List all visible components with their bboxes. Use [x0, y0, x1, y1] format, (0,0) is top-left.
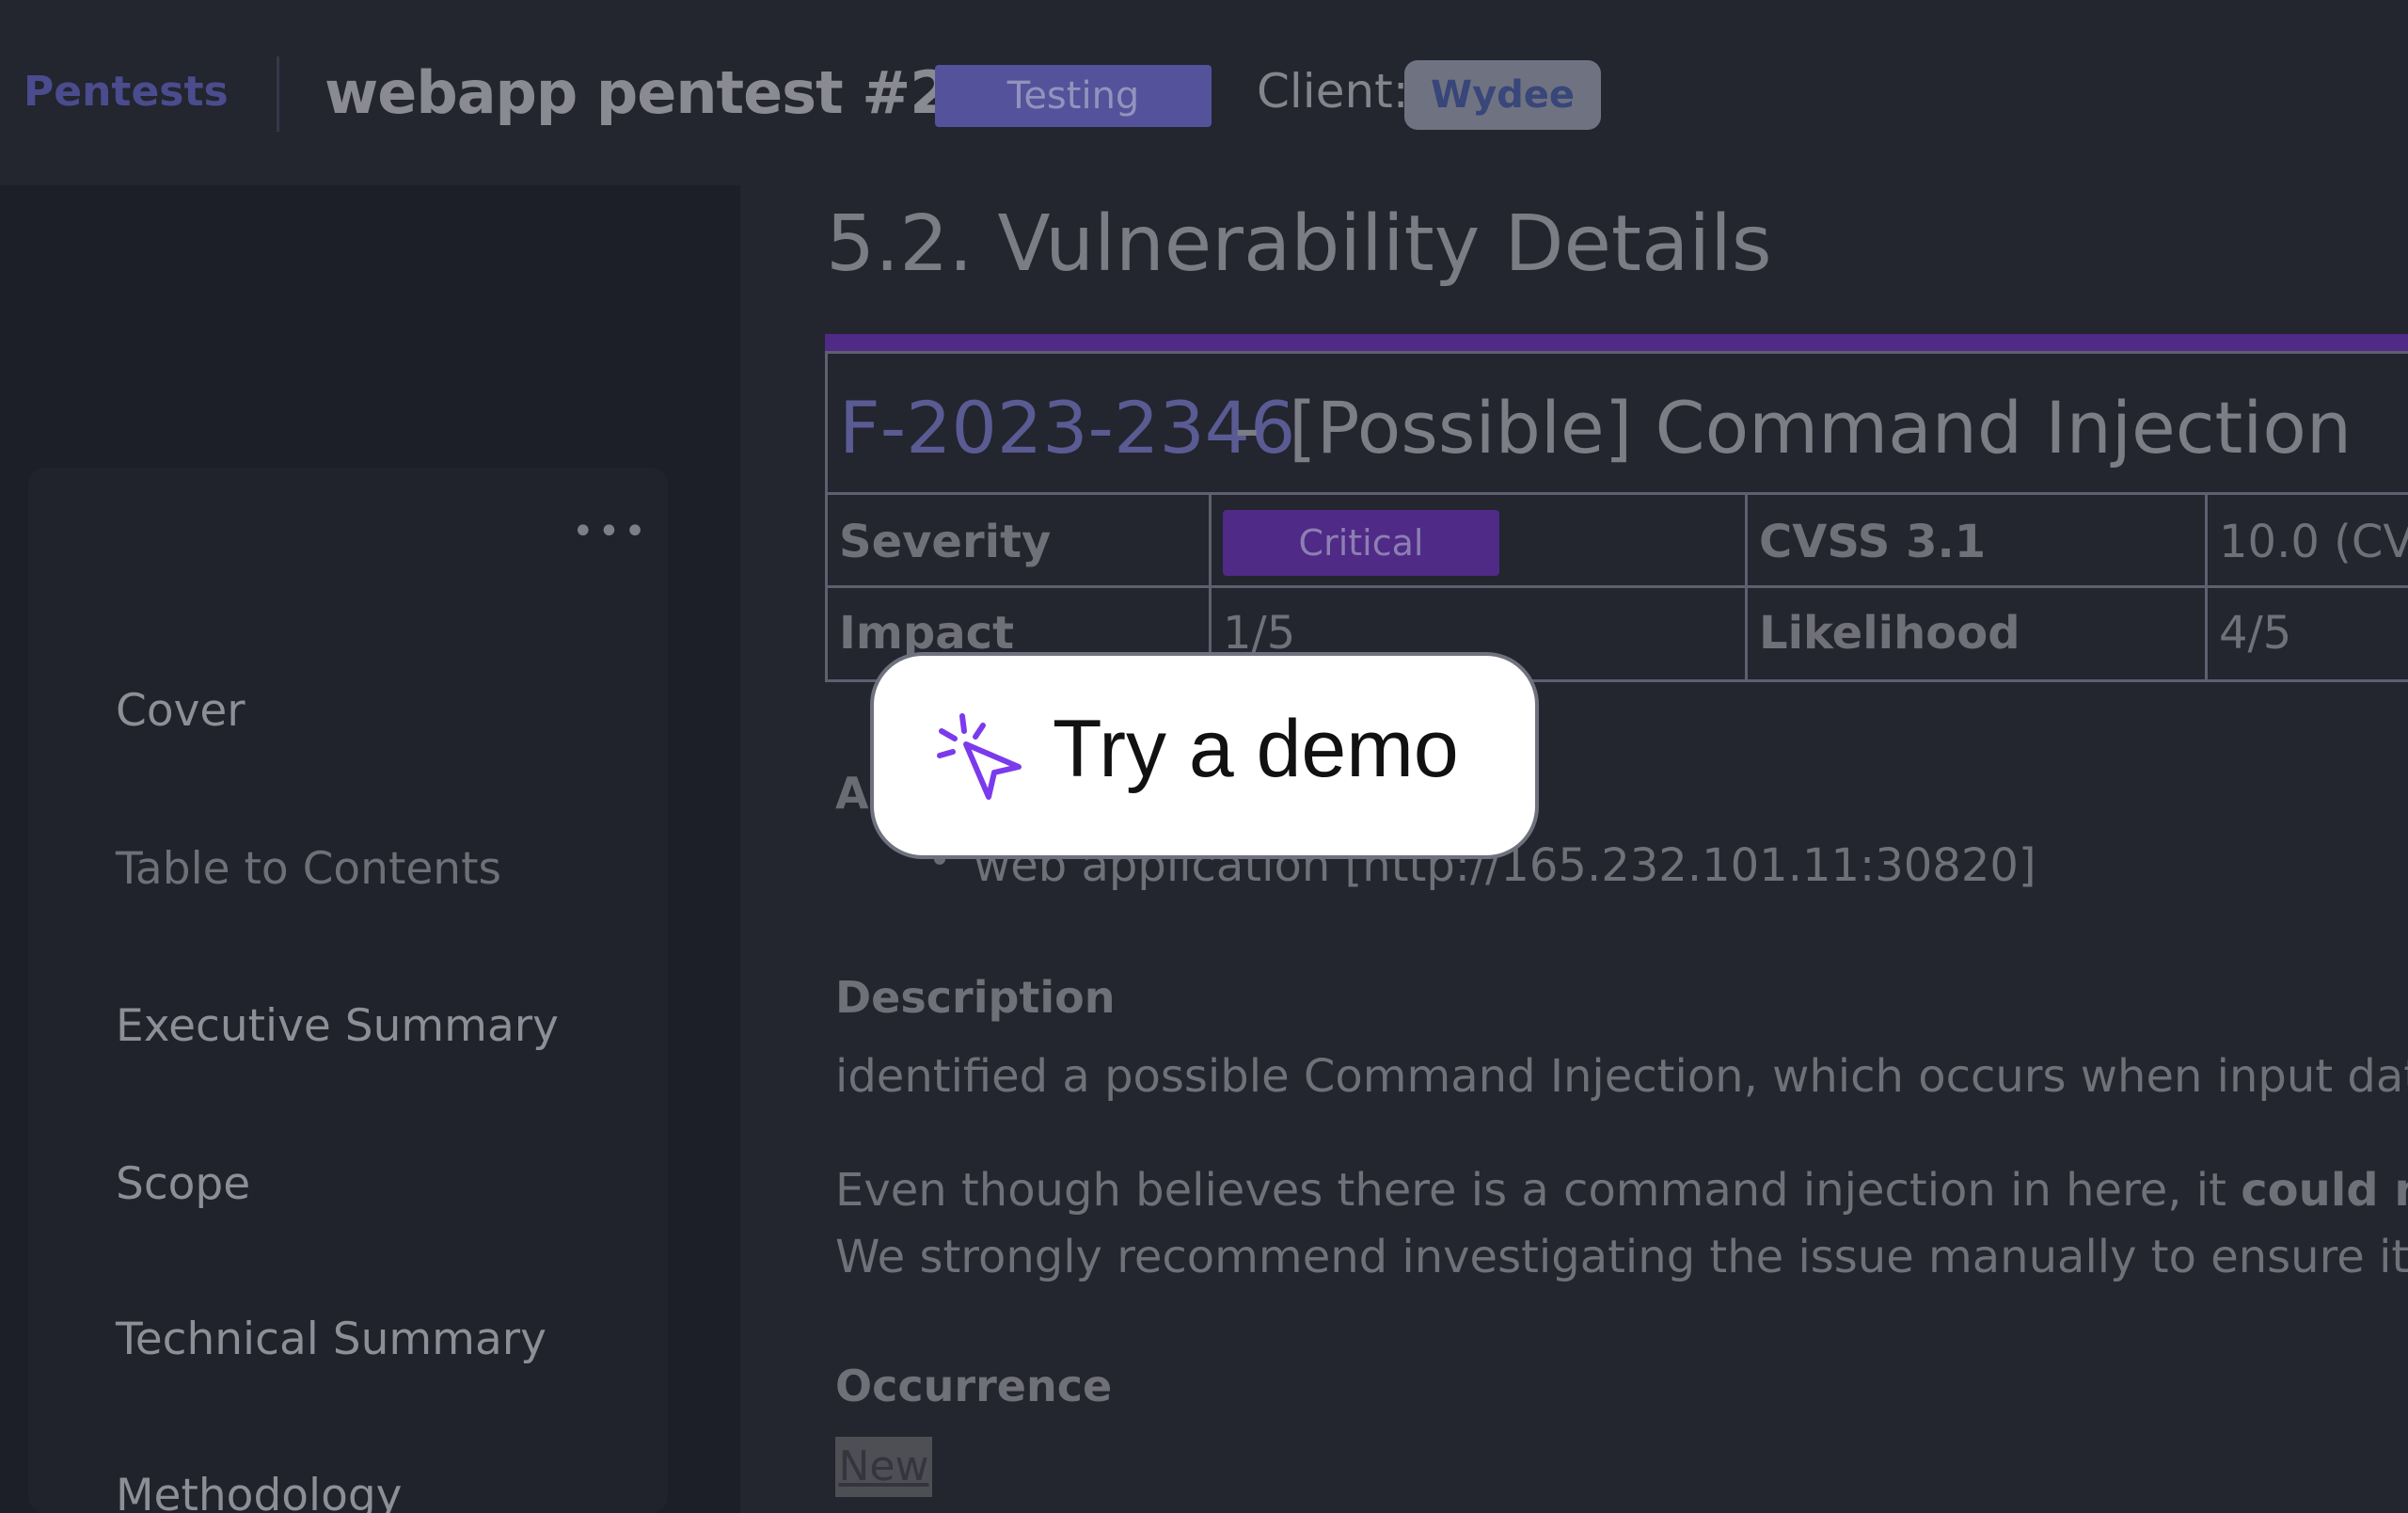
client-badge[interactable]: Wydee [1404, 60, 1601, 130]
status-badge[interactable]: Testing [935, 65, 1212, 127]
finding-title: [Possible] Command Injection [1289, 386, 2353, 470]
sparkle-cursor-icon [937, 713, 1022, 800]
app-root: Pentests webapp pentest #2 Testing Clien… [0, 0, 2408, 1513]
occurrence-heading: Occurrence [835, 1361, 1113, 1411]
description-line-1: identified a possible Command Injection,… [835, 1050, 2408, 1103]
sidebar-item-cover[interactable]: Cover [116, 685, 246, 737]
likelihood-value: 4/5 [2219, 607, 2292, 660]
finding-severity-bar [825, 334, 2408, 351]
finding-id[interactable]: F-2023-2346 [839, 386, 1295, 470]
sidebar-item-table-of-contents[interactable]: Table to Contents [116, 843, 501, 895]
description-line-2: Even though believes there is a command … [835, 1164, 2408, 1217]
finding-separator: - [1234, 386, 1260, 470]
breadcrumb-pentests-link[interactable]: Pentests [24, 68, 229, 116]
cvss-value: 10.0 (CVS [2219, 516, 2408, 568]
cvss-label: CVSS 3.1 [1759, 516, 1987, 568]
header: Pentests webapp pentest #2 Testing Clien… [0, 0, 2408, 185]
cvss-value-cell: 10.0 (CVS [2208, 495, 2408, 588]
sidebar-item-methodology[interactable]: Methodology [116, 1470, 403, 1513]
description-line-3: We strongly recommend investigating the … [835, 1231, 2408, 1283]
client-label: Client: [1257, 64, 1409, 119]
sidebar-item-scope[interactable]: Scope [116, 1158, 250, 1210]
page-title: webapp pentest #2 [325, 58, 950, 127]
finding-title-row: F-2023-2346 - [Possible] Command Injecti… [828, 351, 2408, 495]
finding-table: F-2023-2346 - [Possible] Command Injecti… [825, 351, 2408, 682]
occurrence-tag[interactable]: New [835, 1437, 932, 1497]
try-demo-label: Try a demo [1053, 704, 1459, 794]
severity-label: Severity [839, 516, 1052, 568]
severity-value-cell: Critical [1212, 495, 1748, 588]
sidebar-item-executive-summary[interactable]: Executive Summary [116, 1000, 559, 1052]
description-heading: Description [835, 972, 1116, 1023]
affected-heading-partial: A [835, 768, 869, 819]
header-divider [277, 56, 279, 132]
description-line-2-text: Even though believes there is a command … [835, 1164, 2242, 1217]
severity-badge: Critical [1223, 510, 1499, 576]
sidebar-item-technical-summary[interactable]: Technical Summary [116, 1314, 547, 1365]
try-demo-button[interactable]: Try a demo [870, 652, 1539, 859]
cvss-label-cell: CVSS 3.1 [1748, 495, 2208, 588]
section-heading: 5.2. Vulnerability Details [826, 199, 1772, 289]
likelihood-label: Likelihood [1759, 607, 2020, 660]
severity-label-cell: Severity [828, 495, 1212, 588]
likelihood-label-cell: Likelihood [1748, 588, 2208, 682]
likelihood-value-cell: 4/5 [2208, 588, 2408, 682]
description-line-2-bold: could no [2241, 1164, 2408, 1217]
more-horizontal-icon[interactable]: ••• [572, 513, 650, 550]
